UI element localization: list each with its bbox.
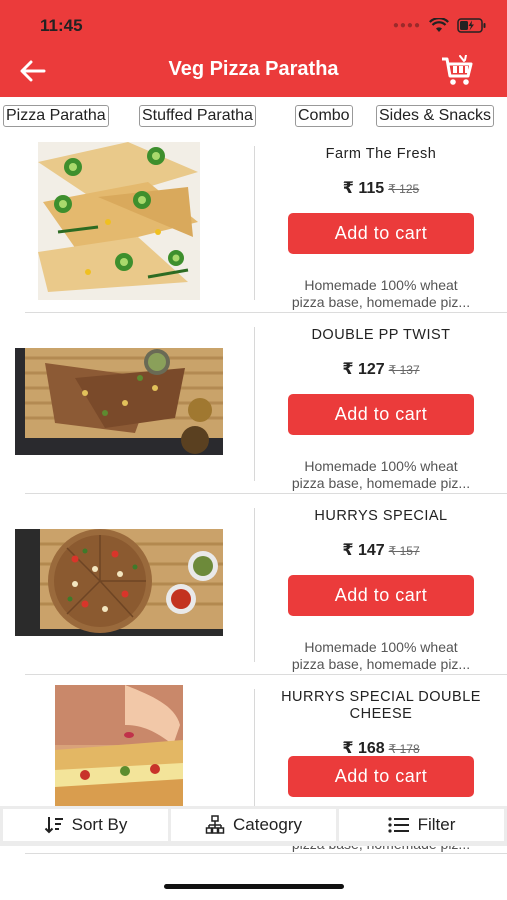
list-item: DOUBLE PP TWIST ₹ 127 ₹ 137 Add to cart H… — [0, 313, 507, 494]
item-divider — [254, 146, 255, 300]
filter-button[interactable]: Filter — [339, 809, 504, 841]
price-row: ₹ 168 ₹ 178 — [262, 738, 500, 758]
home-indicator[interactable] — [164, 884, 344, 889]
category-label: Cateogry — [233, 815, 302, 834]
category-tabs: Pizza Paratha Stuffed Paratha Combo Side… — [0, 102, 507, 130]
product-name: HURRYS SPECIAL — [314, 508, 448, 524]
signal-icon: ●●●● — [392, 19, 421, 31]
sort-by-label: Sort By — [71, 815, 128, 834]
category-icon — [205, 815, 225, 834]
product-description-line1: Homemade 100% wheat — [304, 277, 458, 293]
list-item: Farm The Fresh ₹ 115 ₹ 125 Add to cart Ho… — [0, 132, 507, 313]
list-item: HURRYS SPECIAL ₹ 147 ₹ 157 Add to cart Ho… — [0, 494, 507, 675]
row-divider — [25, 853, 507, 854]
product-price: ₹ 168 — [342, 740, 385, 757]
product-name: DOUBLE PP TWIST — [311, 327, 451, 343]
price-row: ₹ 115 ₹ 125 — [262, 178, 500, 198]
price-row: ₹ 127 ₹ 137 — [262, 359, 500, 379]
filter-icon — [388, 817, 409, 833]
product-description-line2: pizza base, homemade piz... — [291, 294, 471, 310]
battery-icon — [457, 17, 486, 33]
product-photo-double-pp-twist — [15, 348, 223, 455]
product-mrp: ₹ 157 — [388, 544, 420, 558]
bottom-action-bar: Sort By Cateogry Filter — [0, 806, 507, 846]
category-button[interactable]: Cateogry — [171, 809, 336, 841]
tab-pizza-paratha[interactable]: Pizza Paratha — [3, 105, 109, 127]
price-row: ₹ 147 ₹ 157 — [262, 540, 500, 560]
status-bar: 11:45 ●●●● — [0, 0, 507, 46]
filter-label: Filter — [417, 815, 456, 834]
product-description-line2: pizza base, homemade piz... — [291, 475, 471, 491]
product-description-line1: Homemade 100% wheat — [304, 458, 458, 474]
page-title: Veg Pizza Paratha — [168, 58, 339, 80]
product-price: ₹ 147 — [342, 542, 385, 559]
sort-icon — [44, 817, 63, 834]
product-image[interactable] — [15, 348, 223, 455]
product-price: ₹ 127 — [342, 361, 385, 378]
wifi-icon — [429, 17, 449, 32]
item-divider — [254, 327, 255, 481]
add-to-cart-button[interactable]: Add to cart — [288, 213, 474, 254]
tab-sides-snacks[interactable]: Sides & Snacks — [376, 105, 495, 127]
sort-by-button[interactable]: Sort By — [3, 809, 168, 841]
status-time: 11:45 — [40, 16, 83, 35]
product-description-line1: Homemade 100% wheat — [304, 639, 458, 655]
product-photo-hurrys-special — [15, 529, 223, 636]
tab-stuffed-paratha[interactable]: Stuffed Paratha — [139, 105, 256, 127]
product-mrp: ₹ 137 — [388, 363, 420, 377]
product-photo-hurrys-special-double-cheese — [55, 685, 183, 816]
cart-icon — [442, 55, 473, 85]
product-name: HURRYS SPECIAL DOUBLE CHEESE — [281, 689, 481, 722]
product-image[interactable] — [15, 529, 223, 636]
add-to-cart-button[interactable]: Add to cart — [288, 394, 474, 435]
product-price: ₹ 115 — [342, 180, 385, 197]
product-list[interactable]: Farm The Fresh ₹ 115 ₹ 125 Add to cart Ho… — [0, 132, 507, 856]
product-description-line2: pizza base, homemade piz... — [291, 656, 471, 672]
app-header: 11:45 ●●●● Veg Pizza Paratha — [0, 0, 507, 97]
title-row: Veg Pizza Paratha — [0, 46, 507, 96]
tab-combo[interactable]: Combo — [295, 105, 353, 127]
product-name: Farm The Fresh — [325, 146, 437, 162]
item-divider — [254, 508, 255, 662]
product-photo-farm-fresh — [38, 142, 200, 300]
cart-button[interactable] — [437, 52, 477, 90]
product-image[interactable] — [55, 685, 183, 816]
status-icons: ●●●● — [393, 15, 487, 35]
add-to-cart-button[interactable]: Add to cart — [288, 575, 474, 616]
product-image[interactable] — [38, 142, 200, 300]
add-to-cart-button[interactable]: Add to cart — [288, 756, 474, 797]
product-mrp: ₹ 178 — [388, 742, 420, 756]
product-mrp: ₹ 125 — [388, 182, 420, 196]
